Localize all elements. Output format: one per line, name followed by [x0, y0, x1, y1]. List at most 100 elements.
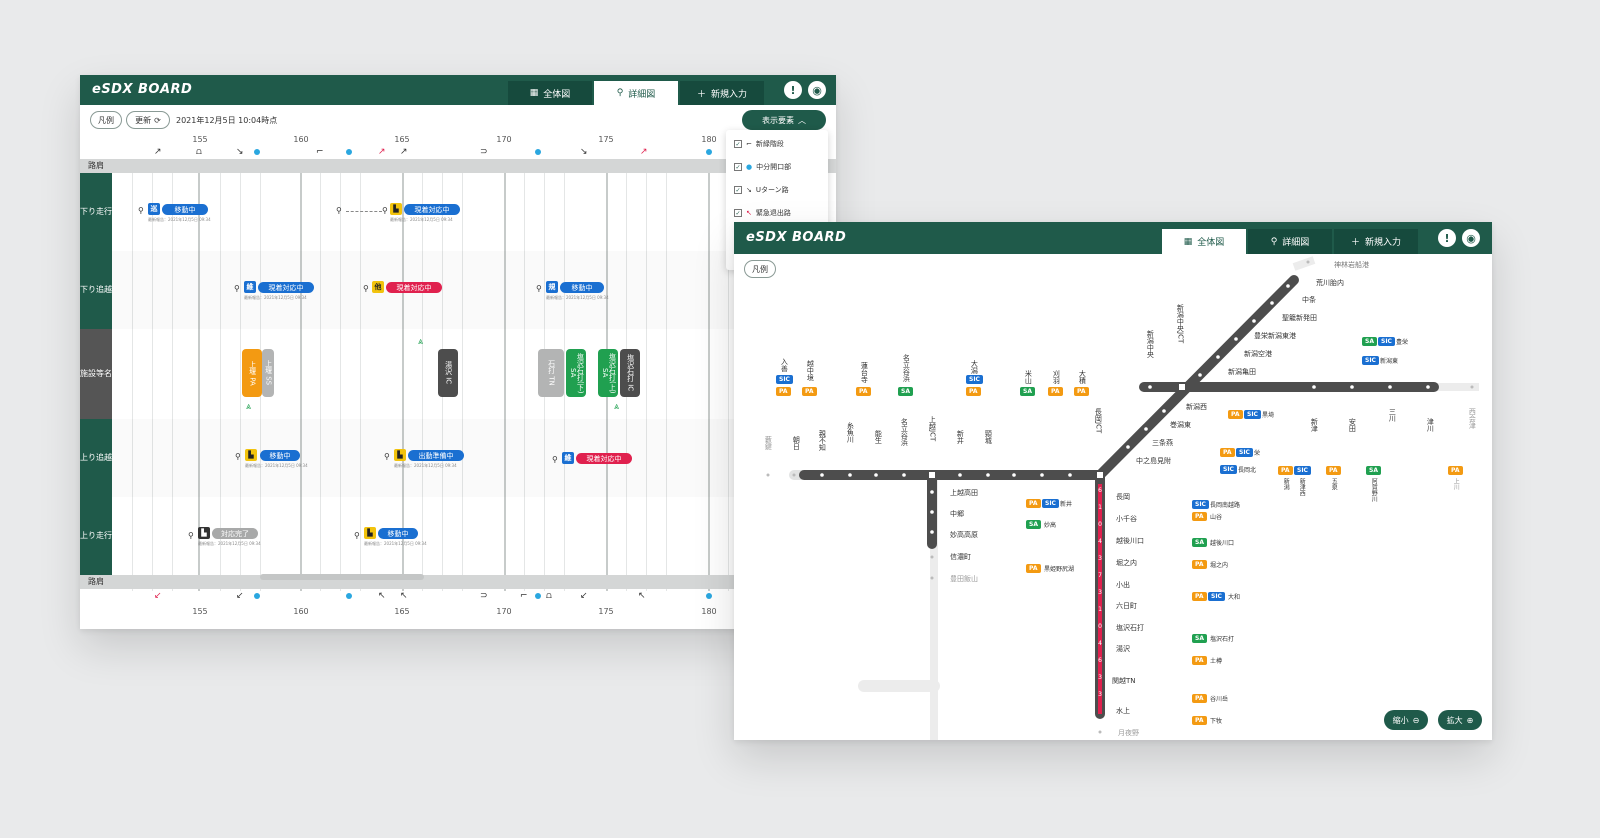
station-label[interactable]: 新潟中央JCT	[1176, 304, 1184, 343]
facility-shiozawa-ic[interactable]: 塩沢石打 IC	[620, 349, 640, 397]
station-label[interactable]: 新潟空港	[1244, 349, 1272, 359]
station-label[interactable]: 三川	[1388, 408, 1396, 422]
station-label[interactable]: 堀之内	[1116, 558, 1137, 568]
last-report: 最新報告：2021年12月5日 09:34	[244, 295, 307, 300]
station-label[interactable]: 米山	[1024, 370, 1032, 384]
sic-badge: SIC	[1208, 592, 1225, 601]
station-label[interactable]: 能生	[874, 430, 882, 444]
station-label[interactable]: 藪鍵	[764, 436, 772, 450]
station-label[interactable]: 中条	[1302, 295, 1316, 305]
status-moving[interactable]: 移動中	[378, 528, 418, 539]
station-label[interactable]: 親不知	[818, 430, 826, 451]
chevron-up-icon: ︿	[798, 115, 806, 125]
station-label[interactable]: 頸城	[984, 430, 992, 444]
sic-badge: SIC	[1362, 356, 1379, 365]
status-moving[interactable]: 移動中	[162, 204, 208, 215]
station-label[interactable]: 湯沢	[1116, 644, 1130, 654]
sa-badge: SA	[1366, 466, 1381, 475]
refresh-button[interactable]: 更新 ⟳	[126, 111, 170, 129]
station-label[interactable]: 名立谷浜	[900, 418, 908, 446]
station-label[interactable]: 小千谷	[1116, 514, 1137, 524]
tab-overview[interactable]: ▦ 全体図	[508, 81, 592, 105]
status-onsite[interactable]: 現着対応中	[258, 282, 314, 293]
station-label[interactable]: 糸魚川	[846, 422, 854, 443]
station-label[interactable]: 新潟中央	[1146, 330, 1154, 358]
station-label[interactable]: 大積	[1078, 370, 1086, 384]
station-label[interactable]: 西会津	[1468, 408, 1476, 429]
station-label[interactable]: 越中境	[806, 360, 814, 381]
facility-shiozawa-up-sa[interactable]: 塩沢石打(上) SA	[598, 349, 618, 397]
median-opening-icon	[254, 593, 260, 599]
status-moving[interactable]: 移動中	[260, 450, 300, 461]
station-label[interactable]: 安田	[1348, 418, 1356, 432]
station-label[interactable]: 中之島見附	[1136, 456, 1171, 466]
checkbox[interactable]: ✓	[734, 163, 742, 171]
station-label[interactable]: 大潟	[970, 360, 978, 374]
legend-button[interactable]: 凡例	[90, 111, 122, 129]
row-label-down-passing: 下り追越	[80, 251, 112, 329]
tab-new-entry[interactable]: ＋新規入力	[680, 81, 764, 105]
tab-detail[interactable]: ⚲ 詳細図	[594, 81, 678, 105]
station-label[interactable]: 豊田飯山	[950, 574, 978, 584]
station-label[interactable]: 巻潟東	[1170, 420, 1191, 430]
station-label[interactable]: 長岡	[1116, 492, 1130, 502]
station-label[interactable]: 長岡JCT	[1094, 408, 1102, 433]
station-label[interactable]: 上越JCT	[928, 416, 936, 441]
checkbox[interactable]: ✓	[734, 209, 742, 217]
station-label[interactable]: 信濃町	[950, 552, 971, 562]
status-onsite-alert[interactable]: 現着対応中	[576, 453, 632, 464]
station-label[interactable]: 神林岩船港	[1334, 260, 1369, 270]
facility-yuzawa-ic[interactable]: 湯沢 IC	[438, 349, 458, 397]
station-label[interactable]: 妙高高原	[950, 530, 978, 540]
station-label[interactable]: 小出	[1116, 580, 1130, 590]
station-label[interactable]: 上越高田	[950, 488, 978, 498]
dropdown-item-stairs[interactable]: ✓ ⌐ 新緑階段	[734, 139, 784, 149]
station-label[interactable]: 新津	[1310, 418, 1318, 432]
status-onsite-alert[interactable]: 現着対応中	[386, 282, 442, 293]
display-elements-button[interactable]: 表示要素 ︿	[742, 110, 826, 130]
zoom-out-button[interactable]: 縮小 ⊖	[1384, 710, 1428, 730]
station-label[interactable]: 入善	[780, 358, 788, 372]
facility-ishiuchi-tn[interactable]: 石打 TN	[538, 349, 564, 397]
station-label[interactable]: 三条燕	[1152, 438, 1173, 448]
station-label[interactable]: 名立谷浜	[902, 354, 910, 382]
station-label[interactable]: 新潟亀田	[1228, 367, 1256, 377]
station-label[interactable]: 蓮台寺	[860, 362, 868, 383]
status-moving[interactable]: 移動中	[560, 282, 604, 293]
dropdown-item-uturn[interactable]: ✓ ↘ Uターン路	[734, 185, 789, 195]
station-label[interactable]: 津川	[1426, 418, 1434, 432]
sic-badge: SIC	[776, 375, 793, 384]
station-label[interactable]: 新潟西	[1186, 402, 1207, 412]
station-label[interactable]: 刈羽	[1052, 370, 1060, 384]
pa-badge: PA	[1448, 466, 1463, 475]
station-label[interactable]: 荒川胎内	[1316, 278, 1344, 288]
status-preparing[interactable]: 出動準備中	[408, 450, 464, 461]
station-label[interactable]: 豊栄新潟東港	[1254, 331, 1296, 341]
sa-badge: SA	[1192, 538, 1207, 547]
station-label[interactable]: 月夜野	[1118, 728, 1139, 738]
station-label[interactable]: 新井	[956, 430, 964, 444]
horizontal-scrollbar[interactable]	[260, 574, 424, 580]
facility-shiozawa-down-sa[interactable]: 塩沢石打(下) SA	[566, 349, 586, 397]
alert-icon[interactable]: !	[784, 81, 802, 99]
status-onsite[interactable]: 現着対応中	[404, 204, 460, 215]
station-label[interactable]: 朝日	[792, 436, 800, 450]
station-label[interactable]: 塩沢石打	[1116, 623, 1144, 633]
station-label[interactable]: 関越TN	[1112, 676, 1136, 686]
checkbox[interactable]: ✓	[734, 140, 742, 148]
location-pin-icon: ⚲	[235, 452, 241, 461]
station-label[interactable]: 中郷	[950, 509, 964, 519]
facility-kamizeki-ss[interactable]: 上堰 SS	[262, 349, 274, 397]
station-label[interactable]: 水上	[1116, 706, 1130, 716]
user-icon[interactable]: ◉	[808, 81, 826, 99]
checkbox[interactable]: ✓	[734, 186, 742, 194]
station-label[interactable]: 聖籠新発田	[1282, 313, 1317, 323]
station-label[interactable]: 六日町	[1116, 601, 1137, 611]
zoom-in-button[interactable]: 拡大 ⊕	[1438, 710, 1482, 730]
dropdown-item-median[interactable]: ✓ ● 中分開口部	[734, 162, 791, 172]
facility-kamizeki-pa[interactable]: 上堰 PA	[242, 349, 262, 397]
uturn-icon: ↘	[746, 186, 752, 194]
status-completed[interactable]: 対応完了	[212, 528, 258, 539]
station-label[interactable]: 越後川口	[1116, 536, 1144, 546]
dropdown-item-emergency[interactable]: ✓ ↖ 緊急退出路	[734, 208, 791, 218]
